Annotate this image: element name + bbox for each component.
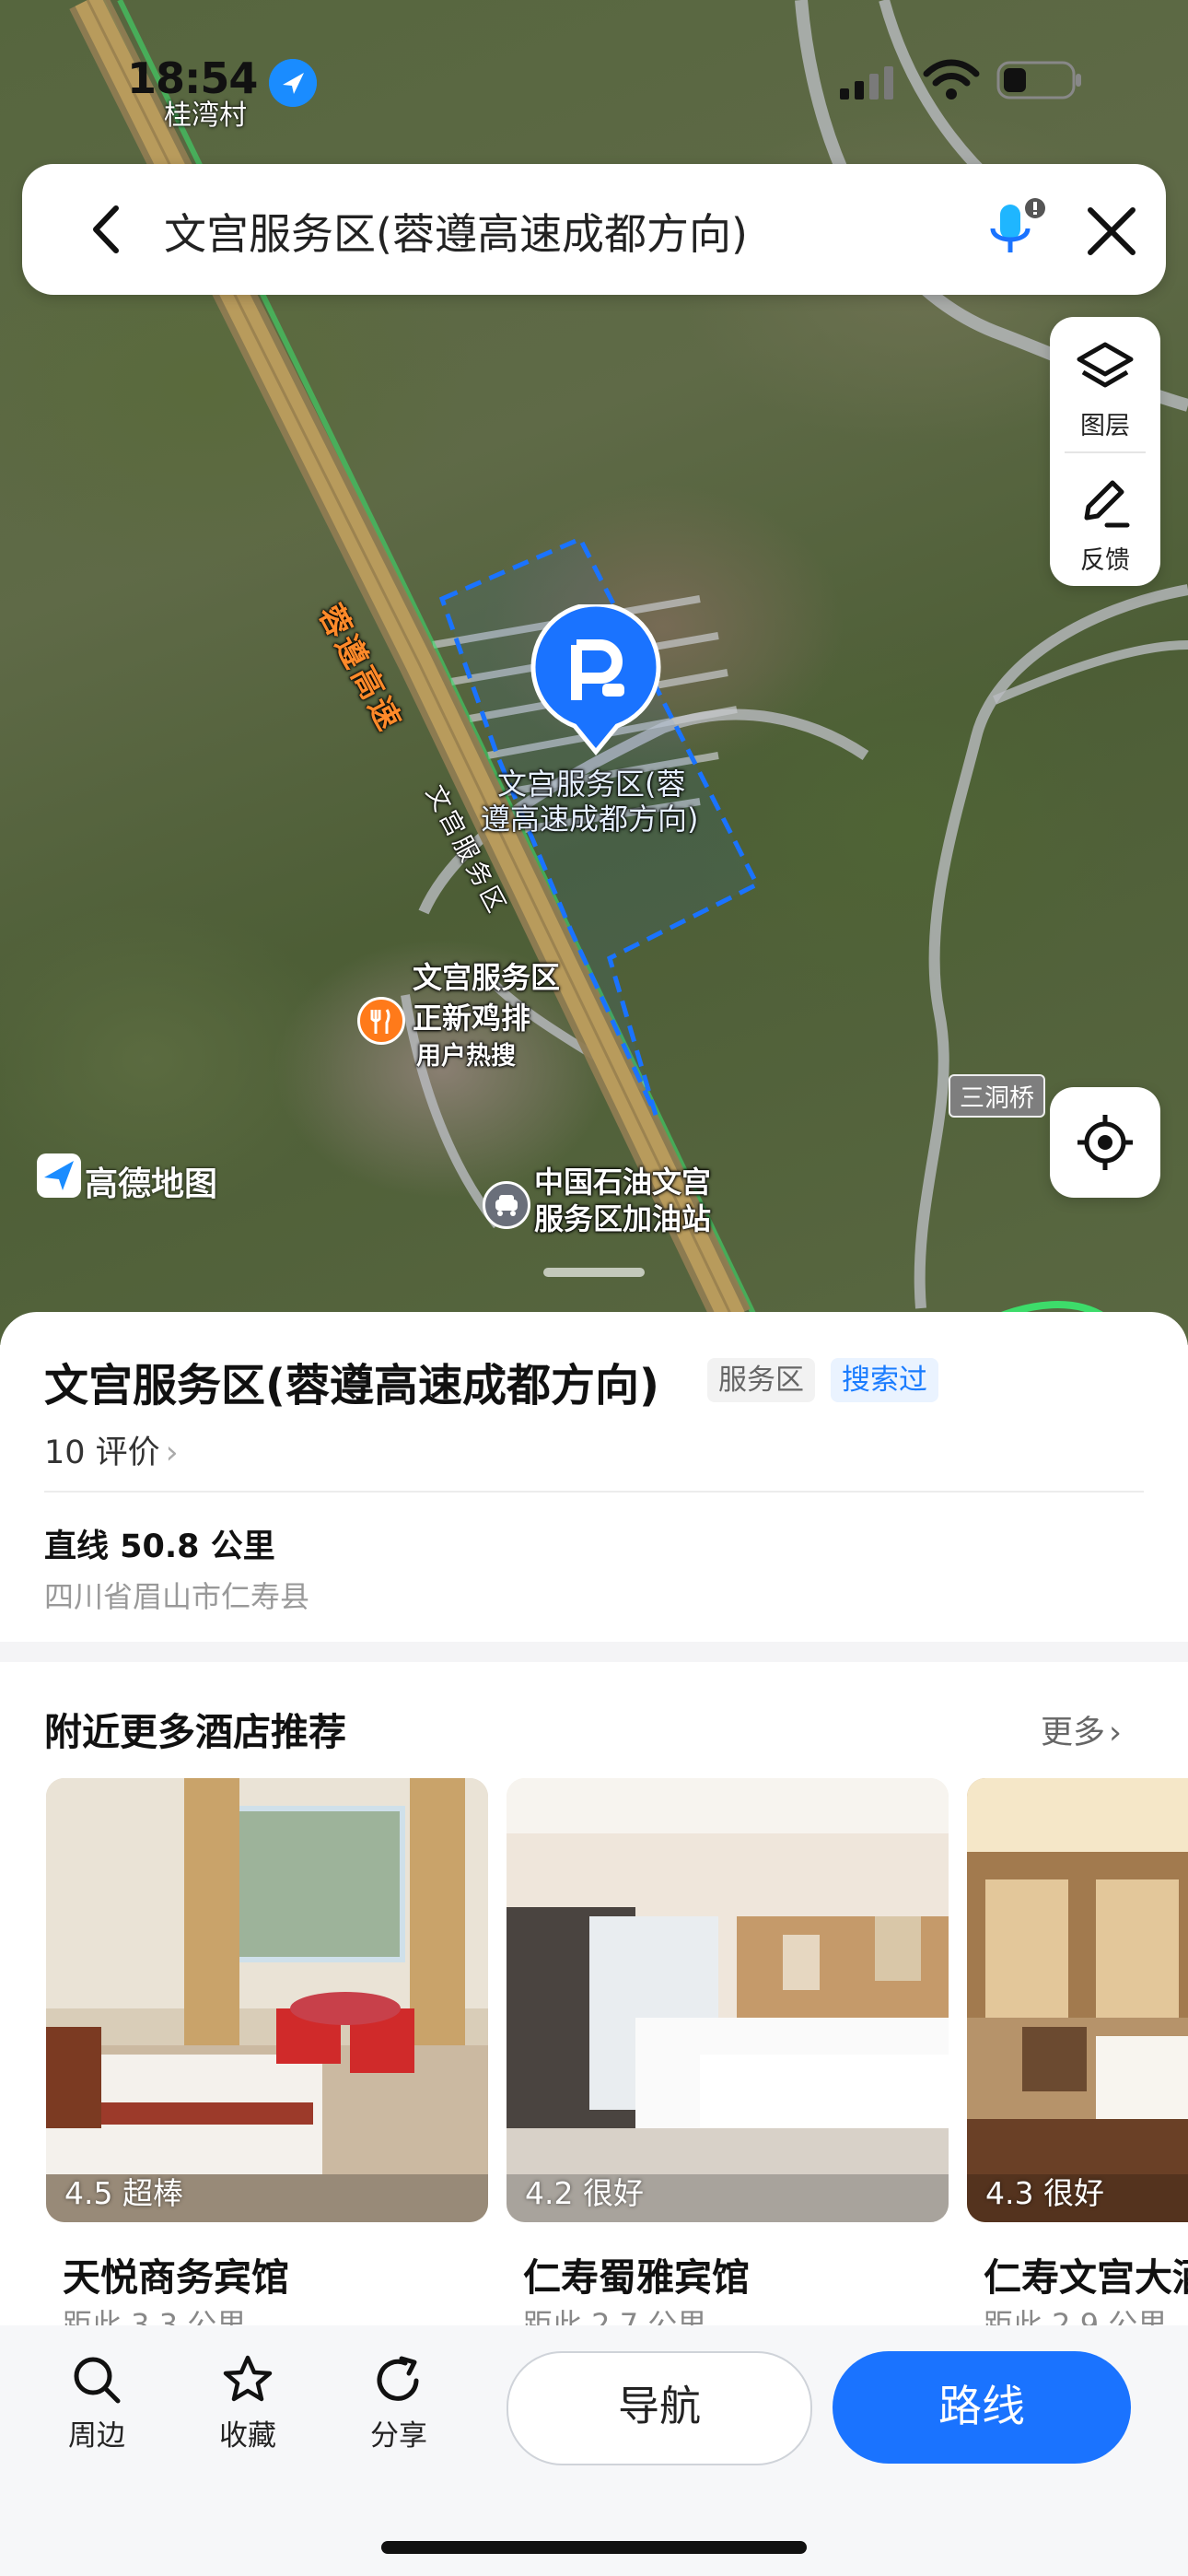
- gas-station-poi-line2: 服务区加油站: [534, 1201, 712, 1236]
- reviews-count: 10 评价: [44, 1434, 160, 1471]
- navigate-button[interactable]: 导航: [507, 2351, 812, 2465]
- favorite-label: 收藏: [219, 2419, 276, 2453]
- hotel-photo: [967, 1778, 1188, 2222]
- chevron-right-icon: ›: [165, 1434, 179, 1471]
- logo-text: 高德地图: [85, 1165, 218, 1203]
- restaurant-poi-hot-tag: 用户热搜: [416, 1042, 516, 1071]
- hotel-photo: [46, 1778, 488, 2222]
- nearby-hotels-title: 附近更多酒店推荐: [44, 1710, 346, 1754]
- back-arrow-icon[interactable]: [76, 197, 140, 262]
- divider: [44, 1491, 1144, 1493]
- restaurant-poi-line2: 正新鸡排: [413, 1001, 531, 1036]
- hotel-name: 天悦商务宾馆: [63, 2255, 289, 2300]
- hotel-rating: 4.3 很好: [985, 2175, 1104, 2211]
- home-indicator[interactable]: [381, 2541, 807, 2554]
- feedback-label: 反馈: [1080, 546, 1130, 575]
- close-icon[interactable]: [1079, 199, 1144, 263]
- wifi-icon: [923, 59, 980, 100]
- hotel-card[interactable]: 4.3 很好 仁寿文宫大酒 距此 2.9 公里: [967, 1778, 1188, 2377]
- search-query[interactable]: 文宫服务区(蓉遵高速成都方向): [164, 201, 748, 262]
- address: 四川省眉山市仁寿县: [44, 1579, 310, 1614]
- hotel-rating: 4.2 很好: [525, 2175, 644, 2211]
- star-icon: [223, 2355, 273, 2402]
- microphone-icon[interactable]: [978, 193, 1052, 267]
- status-location-label: 桂湾村: [164, 100, 247, 132]
- more-hotels-link[interactable]: 更多 ›: [1041, 1706, 1122, 1753]
- cellular-signal-icon: [840, 66, 893, 100]
- place-title: 文宫服务区(蓉遵高速成都方向): [44, 1360, 659, 1411]
- hotel-photo: [507, 1778, 949, 2222]
- share-label: 分享: [370, 2419, 427, 2453]
- selected-poi-label-line2: 遵高速成都方向): [481, 802, 699, 837]
- bridge-label: 三洞桥: [949, 1074, 1045, 1118]
- map-tool-panel: 图层 反馈: [1050, 317, 1160, 586]
- layers-button[interactable]: 图层: [1050, 317, 1160, 451]
- restaurant-poi-icon[interactable]: [357, 997, 405, 1045]
- reviews-link[interactable]: 10 评价 ›: [44, 1426, 179, 1473]
- feedback-pencil-icon: [1084, 480, 1130, 528]
- battery-icon: [996, 61, 1081, 100]
- more-label: 更多: [1041, 1715, 1106, 1751]
- hotel-rating: 4.5 超棒: [64, 2175, 183, 2211]
- chevron-right-icon: ›: [1109, 1715, 1123, 1751]
- search-bar[interactable]: 文宫服务区(蓉遵高速成都方向): [22, 164, 1166, 295]
- restaurant-poi-line1: 文宫服务区: [413, 960, 561, 995]
- route-button[interactable]: 路线: [833, 2351, 1131, 2464]
- search-icon: [74, 2357, 121, 2404]
- parking-poi-pin-icon[interactable]: [529, 604, 663, 755]
- hotel-name: 仁寿蜀雅宾馆: [523, 2255, 750, 2300]
- straight-line-distance: 直线 50.8 公里: [44, 1528, 275, 1565]
- hotel-name: 仁寿文宫大酒: [984, 2255, 1188, 2300]
- locate-me-button[interactable]: [1050, 1087, 1160, 1198]
- gas-station-poi-icon[interactable]: [483, 1181, 530, 1229]
- amap-logo: 高德地图: [37, 1153, 217, 1203]
- layers-icon: [1077, 342, 1134, 388]
- selected-poi-label-line1: 文宫服务区(蓉: [497, 767, 686, 802]
- map-view[interactable]: 18:54 桂湾村 文宫服务区(蓉遵高速成都方向) 图层 反馈 高德地图 蓉遵高…: [0, 0, 1188, 1345]
- location-arrow-icon: [269, 59, 317, 107]
- layers-label: 图层: [1080, 412, 1130, 440]
- sheet-drag-handle[interactable]: [543, 1268, 645, 1277]
- favorite-button[interactable]: 收藏: [197, 2353, 298, 2453]
- share-icon: [377, 2356, 419, 2401]
- amap-logo-icon: [37, 1153, 81, 1198]
- nearby-label: 周边: [68, 2419, 125, 2453]
- category-tag: 服务区: [707, 1358, 815, 1402]
- share-button[interactable]: 分享: [348, 2353, 449, 2453]
- gas-station-poi-line1: 中国石油文宫: [534, 1165, 712, 1200]
- crosshair-icon: [1077, 1115, 1133, 1170]
- section-separator: [0, 1642, 1188, 1662]
- feedback-button[interactable]: 反馈: [1050, 451, 1160, 586]
- nearby-button[interactable]: 周边: [46, 2353, 147, 2453]
- searched-tag: 搜索过: [831, 1358, 938, 1402]
